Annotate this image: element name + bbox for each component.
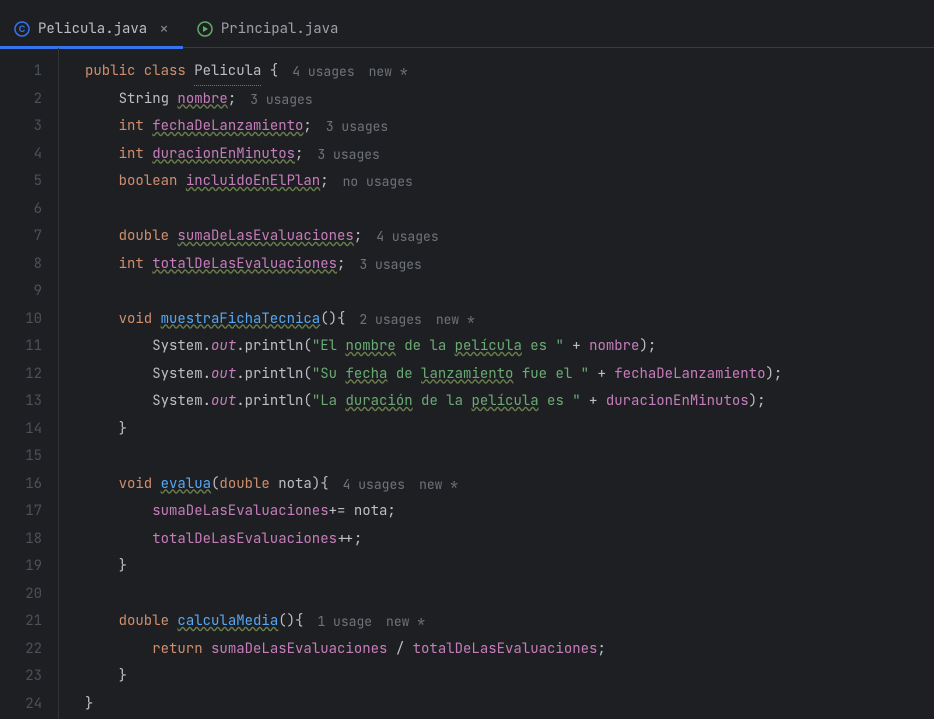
close-icon[interactable]: × <box>159 18 169 39</box>
code-line[interactable]: } <box>85 416 934 444</box>
line-number[interactable]: 9 <box>0 278 42 306</box>
code-editor[interactable]: public class Pelicula {4 usagesnew * Str… <box>58 48 934 719</box>
code-line[interactable]: totalDeLasEvaluaciones++; <box>85 526 934 554</box>
line-number[interactable]: 11 <box>0 333 42 361</box>
line-number[interactable]: 22 <box>0 636 42 664</box>
svg-text:C: C <box>19 24 26 34</box>
line-number[interactable]: 15 <box>0 443 42 471</box>
line-number[interactable]: 1 <box>0 58 42 86</box>
inline-hint[interactable]: new * <box>386 608 425 636</box>
inline-hint[interactable]: new * <box>419 471 458 499</box>
code-line[interactable]: return sumaDeLasEvaluaciones / totalDeLa… <box>85 636 934 664</box>
editor-tabs: C Pelicula.java × Principal.java <box>0 0 934 48</box>
code-line[interactable]: void evalua(double nota){4 usagesnew * <box>85 471 934 499</box>
code-line[interactable]: sumaDeLasEvaluaciones+= nota; <box>85 498 934 526</box>
code-line[interactable]: System.out.println("La duración de la pe… <box>85 388 934 416</box>
line-number[interactable]: 19 <box>0 553 42 581</box>
line-number[interactable]: 13 <box>0 388 42 416</box>
line-number[interactable]: 7 <box>0 223 42 251</box>
line-gutter[interactable]: 123456789101112131415161718192021222324 <box>0 48 58 719</box>
inline-hint[interactable]: new * <box>369 58 408 86</box>
line-number[interactable]: 12 <box>0 361 42 389</box>
inline-hint[interactable]: 3 usages <box>317 141 379 169</box>
code-line[interactable]: } <box>85 691 934 719</box>
inline-hint[interactable]: 4 usages <box>376 223 438 251</box>
code-line[interactable]: } <box>85 663 934 691</box>
line-number[interactable]: 23 <box>0 663 42 691</box>
code-line[interactable]: double sumaDeLasEvaluaciones;4 usages <box>85 223 934 251</box>
code-line[interactable]: System.out.println("Su fecha de lanzamie… <box>85 361 934 389</box>
code-line[interactable]: boolean incluidoEnElPlan;no usages <box>85 168 934 196</box>
java-class-run-icon <box>197 21 213 37</box>
line-number[interactable]: 2 <box>0 86 42 114</box>
inline-hint[interactable]: 3 usages <box>359 251 421 279</box>
line-number[interactable]: 16 <box>0 471 42 499</box>
inline-hint[interactable]: 1 usage <box>317 608 372 636</box>
java-class-icon: C <box>14 21 30 37</box>
code-line[interactable]: int totalDeLasEvaluaciones;3 usages <box>85 251 934 279</box>
tab-label: Pelicula.java <box>38 20 147 38</box>
line-number[interactable]: 5 <box>0 168 42 196</box>
tab-principal[interactable]: Principal.java <box>183 10 353 48</box>
inline-hint[interactable]: 4 usages <box>343 471 405 499</box>
line-number[interactable]: 6 <box>0 196 42 224</box>
code-line[interactable]: double calculaMedia(){1 usagenew * <box>85 608 934 636</box>
code-line[interactable]: System.out.println("El nombre de la pelí… <box>85 333 934 361</box>
line-number[interactable]: 14 <box>0 416 42 444</box>
line-number[interactable]: 20 <box>0 581 42 609</box>
line-number[interactable]: 4 <box>0 141 42 169</box>
line-number[interactable]: 21 <box>0 608 42 636</box>
code-line[interactable] <box>85 443 934 471</box>
inline-hint[interactable]: 4 usages <box>292 58 354 86</box>
line-number[interactable]: 18 <box>0 526 42 554</box>
inline-hint[interactable]: 3 usages <box>250 86 312 114</box>
line-number[interactable]: 3 <box>0 113 42 141</box>
inline-hint[interactable]: no usages <box>343 168 413 196</box>
code-line[interactable]: int fechaDeLanzamiento;3 usages <box>85 113 934 141</box>
editor-area: 123456789101112131415161718192021222324 … <box>0 48 934 719</box>
code-line[interactable]: public class Pelicula {4 usagesnew * <box>85 58 934 86</box>
code-line[interactable] <box>85 278 934 306</box>
tab-pelicula[interactable]: C Pelicula.java × <box>0 10 183 48</box>
inline-hint[interactable]: new * <box>436 306 475 334</box>
code-line[interactable]: String nombre;3 usages <box>85 86 934 114</box>
code-line[interactable]: void muestraFichaTecnica(){2 usagesnew * <box>85 306 934 334</box>
inline-hint[interactable]: 3 usages <box>326 113 388 141</box>
code-line[interactable]: } <box>85 553 934 581</box>
code-line[interactable] <box>85 581 934 609</box>
line-number[interactable]: 10 <box>0 306 42 334</box>
code-line[interactable]: int duracionEnMinutos;3 usages <box>85 141 934 169</box>
tab-label: Principal.java <box>221 20 339 38</box>
inline-hint[interactable]: 2 usages <box>359 306 421 334</box>
line-number[interactable]: 8 <box>0 251 42 279</box>
code-line[interactable] <box>85 196 934 224</box>
line-number[interactable]: 24 <box>0 691 42 719</box>
line-number[interactable]: 17 <box>0 498 42 526</box>
